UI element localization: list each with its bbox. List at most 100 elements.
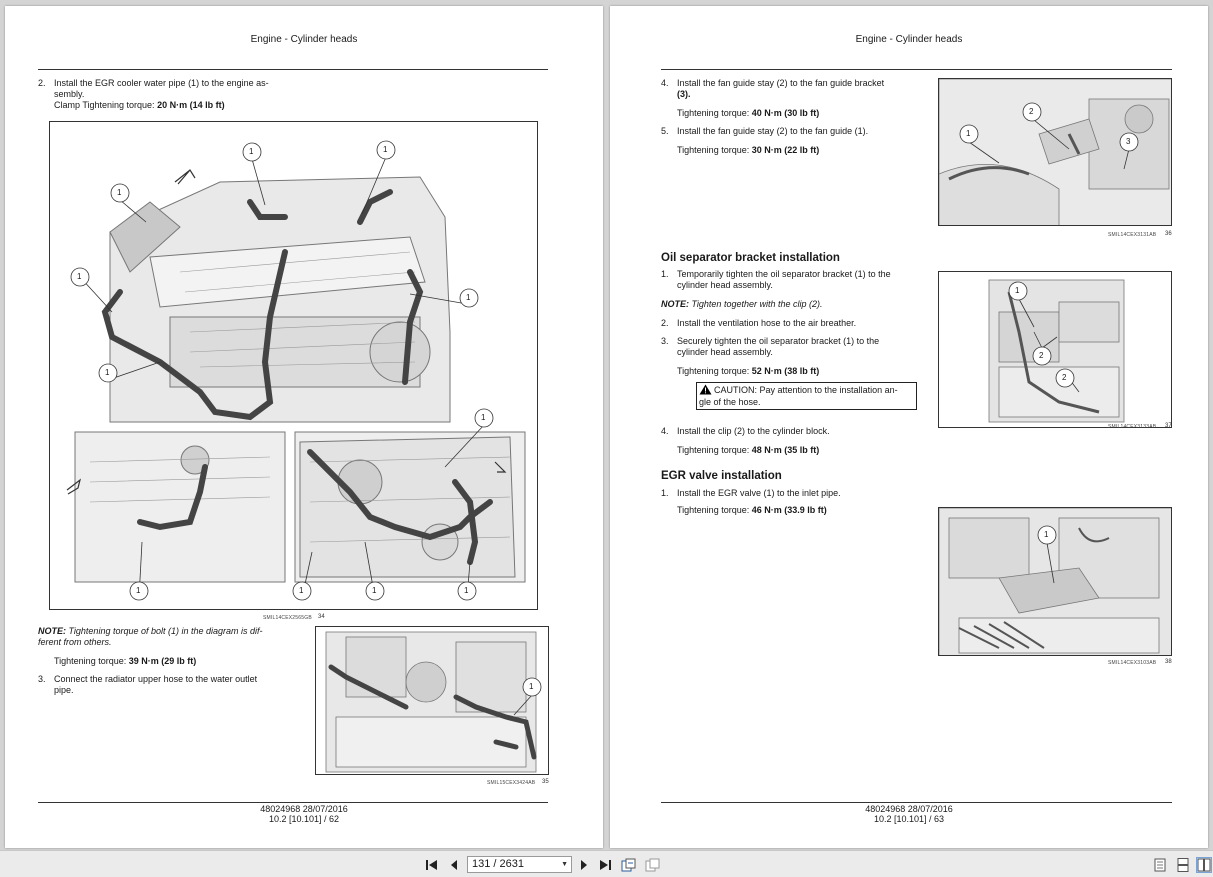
figure-code: SMIL14CEX3131AB xyxy=(1108,232,1157,238)
step-number: 3. xyxy=(38,674,46,684)
callout-1: 1 xyxy=(464,586,469,595)
oil-step-4-torque: Tightening torque: 48 N·m (35 lb ft) xyxy=(677,445,819,456)
oil-step-2: 2. Install the ventilation hose to the ai… xyxy=(661,318,917,329)
note-label: NOTE: xyxy=(661,299,689,309)
torque-label: Tightening torque: xyxy=(54,656,129,666)
page-63: Engine - Cylinder heads 4. Install the fa… xyxy=(610,6,1208,848)
callout-2: 2 xyxy=(1062,373,1067,382)
egr-step-1: 1. Install the EGR valve (1) to the inlet… xyxy=(661,488,917,499)
step-number: 4. xyxy=(661,426,669,436)
oil-step-3-torque: Tightening torque: 52 N·m (38 lb ft) xyxy=(677,366,819,377)
callout-1: 1 xyxy=(299,586,304,595)
last-page-icon[interactable] xyxy=(597,857,613,873)
callout-1: 1 xyxy=(383,145,388,154)
two-page-view-icon[interactable] xyxy=(1196,857,1212,873)
step-text: Install the clip (2) to the cylinder blo… xyxy=(677,426,830,436)
callout-1: 1 xyxy=(77,272,82,281)
step-number: 1. xyxy=(661,488,669,498)
header-rule xyxy=(38,69,548,70)
callout-3: 3 xyxy=(1126,137,1131,146)
footer-rule xyxy=(661,802,1172,803)
oil-step-1: 1. Temporarily tighten the oil separator … xyxy=(661,269,917,291)
oil-step-3: 3. Securely tighten the oil separator bra… xyxy=(661,336,917,358)
figure-number: 36 xyxy=(1165,231,1172,237)
step-text: Install the fan guide stay (2) to the fa… xyxy=(677,78,885,88)
torque-value: 39 N·m (29 lb ft) xyxy=(128,656,197,666)
figure-number: 38 xyxy=(1165,659,1172,665)
callout-1: 1 xyxy=(466,293,471,302)
torque-value: 30 N·m (22 lb ft) xyxy=(751,145,820,155)
torque-value: 46 N·m (33.9 lb ft) xyxy=(751,505,827,515)
callout-1: 1 xyxy=(529,682,534,691)
step-5: 5. Install the fan guide stay (2) to the … xyxy=(661,126,917,137)
pdf-toolbar: 131 / 2631 ▼ xyxy=(0,850,1213,877)
single-page-view-icon[interactable] xyxy=(1152,857,1168,873)
fan-guide-illustration xyxy=(939,79,1171,225)
note-bolt-torque: NOTE: Tightening torque of bolt (1) in t… xyxy=(38,626,298,648)
fit-page-icon[interactable] xyxy=(621,857,637,873)
egr-valve-illustration xyxy=(939,508,1171,655)
torque-label: Tightening torque: xyxy=(677,366,752,376)
callout-2: 2 xyxy=(1029,107,1034,116)
step-text: (3). xyxy=(677,89,691,99)
note-label: NOTE: xyxy=(38,626,66,636)
egr-step-1-torque: Tightening torque: 46 N·m (33.9 lb ft) xyxy=(677,505,827,516)
page-number-field[interactable]: 131 / 2631 ▼ xyxy=(467,856,572,873)
note-text: Tighten together with the clip (2). xyxy=(689,299,823,309)
callout-1: 1 xyxy=(1015,286,1020,295)
step-text: sembly. xyxy=(54,89,85,99)
continuous-view-icon[interactable] xyxy=(1175,857,1191,873)
page-62: Engine - Cylinder heads 2. Install the EG… xyxy=(5,6,603,848)
callout-1: 1 xyxy=(481,413,486,422)
callout-2: 2 xyxy=(1039,351,1044,360)
figure-37-oil-separator: 1 2 2 xyxy=(938,271,1172,428)
figure-number: 35 xyxy=(542,779,549,785)
page-header: Engine - Cylinder heads xyxy=(250,34,358,45)
note-text: Tightening torque of bolt (1) in the dia… xyxy=(66,626,263,636)
note-torque: Tightening torque: 39 N·m (29 lb ft) xyxy=(54,656,196,667)
engine-illustration xyxy=(325,631,542,773)
prev-page-icon[interactable] xyxy=(446,857,462,873)
step-text: Install the EGR cooler water pipe (1) to… xyxy=(54,78,269,88)
figure-code: SMIL14CEX3103AB xyxy=(1108,660,1157,666)
callout-1: 1 xyxy=(1044,530,1049,539)
oil-step-4: 4. Install the clip (2) to the cylinder b… xyxy=(661,426,917,437)
step-text: Securely tighten the oil separator brack… xyxy=(677,336,880,346)
step-4-torque: Tightening torque: 40 N·m (30 lb ft) xyxy=(677,108,819,119)
footer-rule xyxy=(38,802,548,803)
figure-38-egr-valve: 1 xyxy=(938,507,1172,656)
section-title-oil-separator: Oil separator bracket installation xyxy=(661,252,840,264)
torque-label: Tightening torque: xyxy=(677,505,752,515)
note-text: ferent from others. xyxy=(38,637,112,647)
torque-label: Tightening torque: xyxy=(677,145,752,155)
oil-note: NOTE: Tighten together with the clip (2)… xyxy=(661,299,917,310)
callout-1: 1 xyxy=(249,147,254,156)
next-page-icon[interactable] xyxy=(576,857,592,873)
torque-value: 40 N·m (30 lb ft) xyxy=(751,108,820,118)
figure-34-callouts: 1 1 1 1 1 1 1 1 1 1 1 xyxy=(50,122,537,609)
document-viewer[interactable]: Engine - Cylinder heads 2. Install the EG… xyxy=(0,0,1213,850)
callout-1: 1 xyxy=(117,188,122,197)
oil-separator-illustration xyxy=(988,279,1125,423)
torque-value: 52 N·m (38 lb ft) xyxy=(751,366,820,376)
fit-width-icon[interactable] xyxy=(645,857,661,873)
step-4: 4. Install the fan guide stay (2) to the … xyxy=(661,78,917,100)
first-page-icon[interactable] xyxy=(424,857,440,873)
step-text: pipe. xyxy=(54,685,74,695)
caution-box: CAUTION: Pay attention to the installati… xyxy=(696,382,917,410)
header-rule xyxy=(661,69,1172,70)
step-number: 5. xyxy=(661,126,669,136)
step-text: Install the fan guide stay (2) to the fa… xyxy=(677,126,869,136)
torque-value: 20 N·m (14 lb ft) xyxy=(157,100,225,110)
step-3: 3. Connect the radiator upper hose to the… xyxy=(38,674,303,696)
torque-label: Tightening torque: xyxy=(677,445,752,455)
footer-page-ref: 10.2 [10.101] / 62 xyxy=(268,814,340,824)
step-number: 3. xyxy=(661,336,669,346)
chevron-down-icon[interactable]: ▼ xyxy=(561,857,568,872)
figure-code: SMIL15CEX3424AB xyxy=(487,780,536,786)
callout-1: 1 xyxy=(372,586,377,595)
step-text: Connect the radiator upper hose to the w… xyxy=(54,674,258,684)
step-number: 2. xyxy=(661,318,669,328)
figure-35-radiator-hose: 1 xyxy=(315,626,549,775)
figure-number: 34 xyxy=(318,614,325,620)
